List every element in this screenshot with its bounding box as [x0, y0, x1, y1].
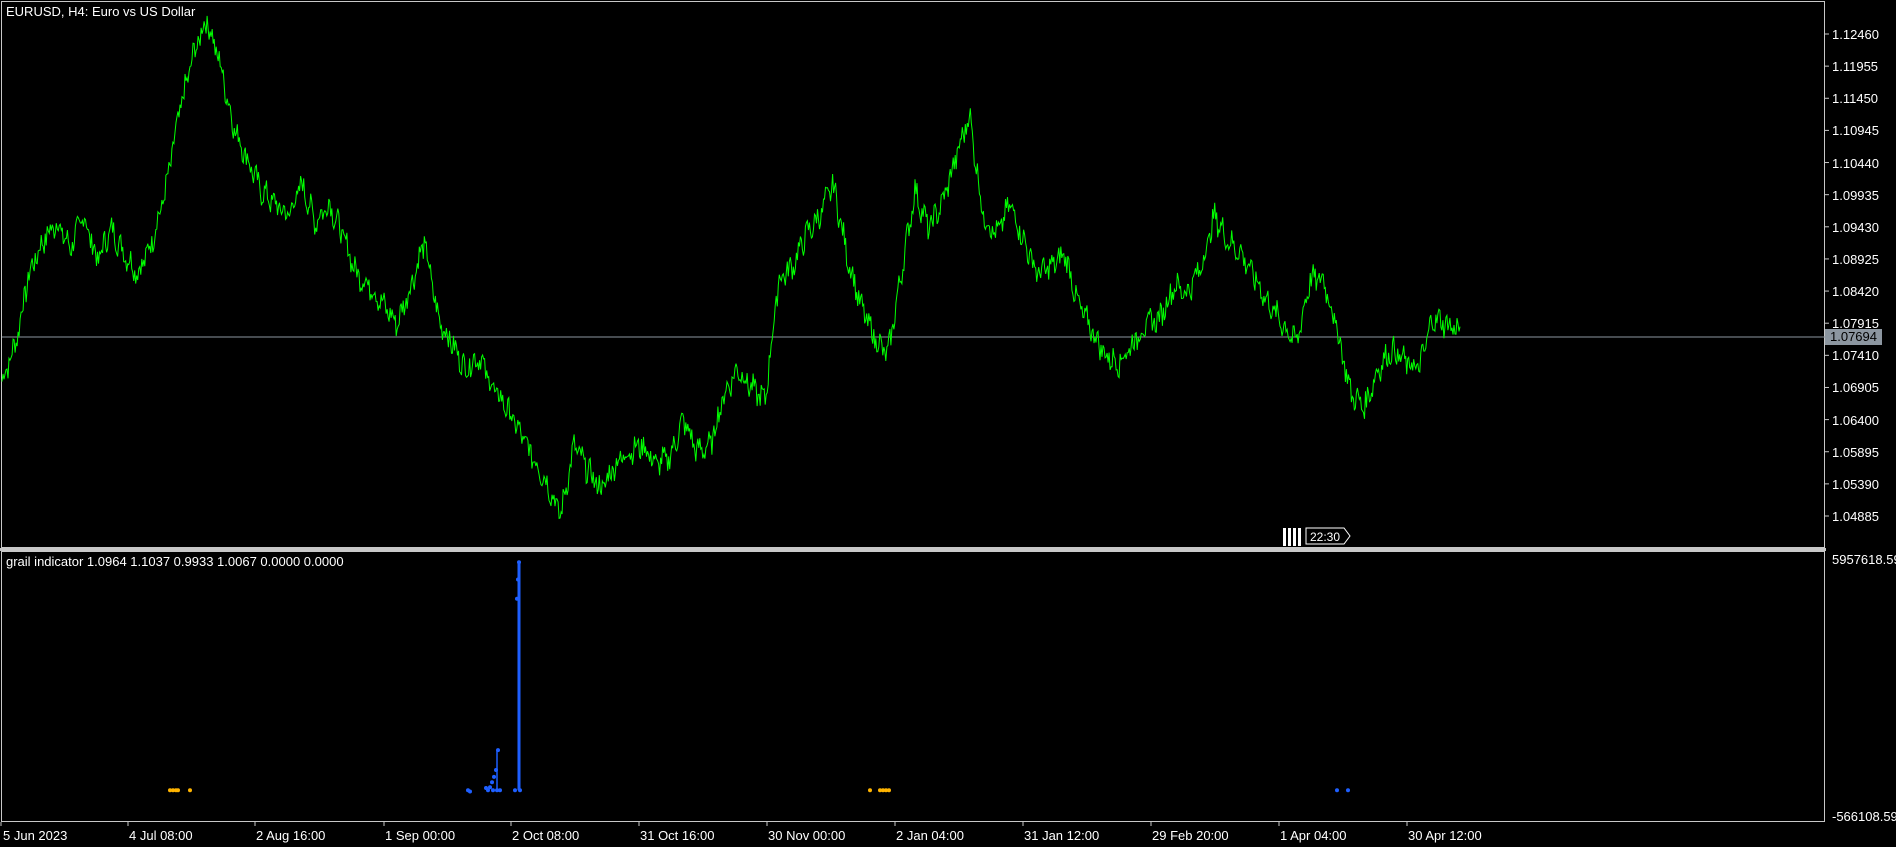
indicator-orange-point	[176, 788, 180, 793]
pane-separator[interactable]	[0, 548, 1826, 551]
indicator-min-label: -566108.59	[1832, 809, 1896, 824]
price-axis-label: 1.11450	[1832, 91, 1879, 107]
indicator-blue-point	[491, 788, 495, 793]
price-axis-label: 1.10945	[1832, 123, 1879, 139]
indicator-blue-point	[492, 774, 496, 779]
indicator-blue-point	[515, 596, 519, 601]
time-axis-label: 1 Sep 00:00	[385, 828, 456, 843]
indicator-blue-point	[1335, 788, 1339, 793]
indicator-title: grail indicator 1.0964 1.1037 0.9933 1.0…	[6, 554, 344, 569]
indicator-series	[168, 560, 1350, 794]
indicator-orange-point	[868, 788, 872, 793]
price-axis-label: 1.05895	[1832, 444, 1879, 460]
indicator-blue-point	[488, 785, 492, 790]
indicator-orange-point	[887, 788, 891, 793]
time-axis-label: 4 Jul 08:00	[129, 828, 193, 843]
indicator-frame	[1, 551, 1825, 822]
main-chart-frame	[1, 1, 1825, 548]
price-axis-label: 1.09430	[1832, 219, 1879, 235]
current-price-label: 1.07694	[1825, 329, 1882, 345]
time-axis-label: 31 Oct 16:00	[640, 828, 715, 843]
price-axis-ticks	[1825, 33, 1829, 517]
time-axis-label: 31 Jan 12:00	[1024, 828, 1100, 843]
price-axis-label: 1.08420	[1832, 284, 1879, 300]
price-axis-label: 1.05390	[1832, 476, 1879, 492]
price-axis-label: 1.10440	[1832, 155, 1879, 171]
indicator-blue-point	[496, 748, 500, 753]
indicator-blue-point	[1346, 788, 1350, 793]
price-axis-label: 1.12460	[1832, 27, 1879, 42]
indicator-orange-point	[188, 788, 192, 793]
indicator-blue-point	[516, 577, 520, 582]
indicator-blue-point	[468, 789, 472, 794]
indicator-max-label: 5957618.59	[1832, 552, 1896, 567]
indicator-blue-point	[513, 788, 517, 793]
price-axis-label: 1.11955	[1832, 59, 1879, 75]
price-line	[1, 15, 1461, 520]
time-axis-ticks	[0, 822, 1408, 826]
price-axis-label: 1.09935	[1832, 187, 1879, 203]
indicator-blue-point	[518, 788, 522, 793]
time-axis-label: 30 Apr 12:00	[1408, 828, 1482, 843]
bar-timer: 22:30	[1310, 530, 1341, 544]
price-axis-label: 1.07410	[1832, 348, 1879, 364]
price-axis-label: 1.08925	[1832, 251, 1879, 267]
time-axis-label: 2 Oct 08:00	[512, 828, 580, 843]
price-axis-label: 1.06905	[1832, 380, 1879, 396]
time-axis-label: 5 Jun 2023	[3, 828, 68, 843]
time-axis-label: 2 Aug 16:00	[256, 828, 326, 843]
indicator-blue-point	[517, 560, 521, 565]
price-axis-label: 1.04885	[1832, 509, 1879, 524]
chart-title: EURUSD, H4: Euro vs US Dollar	[6, 4, 196, 19]
time-axis-label: 2 Jan 04:00	[896, 828, 964, 843]
chart-canvas[interactable]	[0, 0, 1896, 847]
price-axis-label: 1.06400	[1832, 412, 1879, 428]
indicator-blue-point	[498, 788, 502, 793]
indicator-blue-point	[494, 767, 498, 772]
time-axis-label: 1 Apr 04:00	[1280, 828, 1347, 843]
price-series	[1, 15, 1461, 520]
time-axis-label: 30 Nov 00:00	[768, 828, 846, 843]
indicator-blue-point	[490, 780, 494, 785]
time-axis-label: 29 Feb 20:00	[1152, 828, 1229, 843]
